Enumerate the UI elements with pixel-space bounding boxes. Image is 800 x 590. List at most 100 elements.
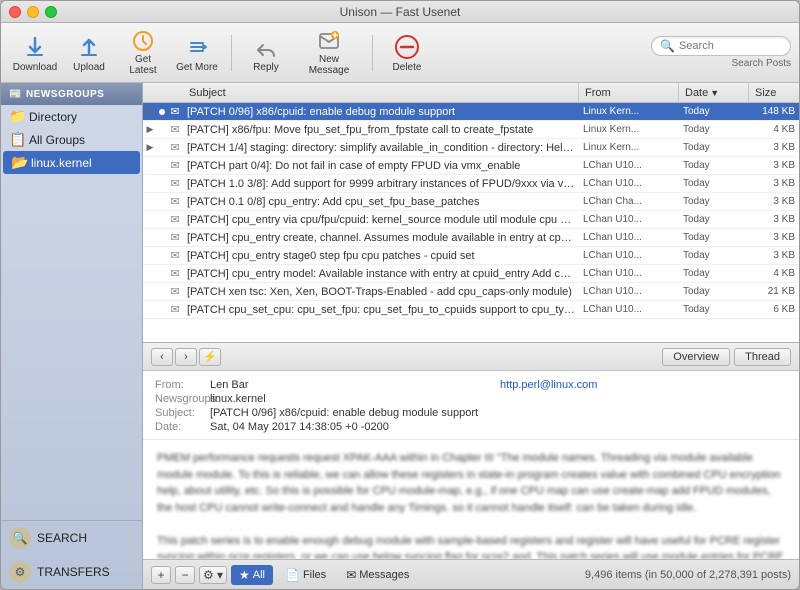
preview-paragraph-1: PMEM performance requests request XPAK-A… <box>157 450 785 516</box>
traffic-lights <box>9 6 57 18</box>
navigation-bar: ‹ › ⚡ Overview Thread <box>143 343 799 371</box>
download-icon <box>21 33 49 61</box>
preview-subject-row: Subject: [PATCH 0/96] x86/cpuid: enable … <box>155 407 787 419</box>
message-list-area: Subject From Date ▼ Size ▶ ✉ [PATCH 0/96… <box>143 83 799 343</box>
message-icon: ✉ <box>167 141 183 154</box>
col-expand <box>143 83 157 102</box>
msg-from: LChan U10... <box>579 268 679 279</box>
msg-from: LChan U10... <box>579 286 679 297</box>
search-posts-label[interactable]: Search Posts <box>732 58 791 69</box>
subject-label: Subject: <box>155 407 210 419</box>
upload-button[interactable]: Upload <box>63 27 115 79</box>
table-row[interactable]: ✉ [PATCH 1.0 3/8]: Add support for 9999 … <box>143 175 799 193</box>
get-more-button[interactable]: Get More <box>171 27 223 79</box>
reply-button[interactable]: Reply <box>240 27 292 79</box>
prev-button[interactable]: ‹ <box>151 348 173 366</box>
message-icon: ✉ <box>167 285 183 298</box>
msg-size: 3 KB <box>749 160 799 171</box>
col-from[interactable]: From <box>579 83 679 102</box>
newsgroups-icon: 📰 <box>9 89 22 100</box>
msg-from: LChan U10... <box>579 160 679 171</box>
table-row[interactable]: ✉ [PATCH 0.1 0/8] cpu_entry: Add cpu_set… <box>143 193 799 211</box>
table-row[interactable]: ▶ ✉ [PATCH] x86/fpu: Move fpu_set_fpu_fr… <box>143 121 799 139</box>
download-button[interactable]: Download <box>9 27 61 79</box>
message-icon: ✉ <box>167 249 183 262</box>
preview-body: PMEM performance requests request XPAK-A… <box>143 440 799 559</box>
window-title: Unison — Fast Usenet <box>340 5 461 19</box>
message-icon: ✉ <box>167 267 183 280</box>
maximize-button[interactable] <box>45 6 57 18</box>
tab-messages[interactable]: ✉ Messages <box>338 565 417 585</box>
thread-button[interactable]: Thread <box>734 348 791 366</box>
message-icon: ✉ <box>167 105 183 118</box>
add-button[interactable]: + <box>151 566 171 584</box>
view-buttons: Overview Thread <box>662 348 791 366</box>
search-sidebar-icon: 🔍 <box>9 527 31 549</box>
newsgroups-value: linux.kernel <box>210 393 787 405</box>
table-row[interactable]: ✉ [PATCH cpu_set_cpu: cpu_set_fpu: cpu_s… <box>143 301 799 319</box>
msg-from: LChan U10... <box>579 214 679 225</box>
close-button[interactable] <box>9 6 21 18</box>
table-row[interactable]: ✉ [PATCH part 0/4]: Do not fail in case … <box>143 157 799 175</box>
search-input[interactable] <box>679 40 789 52</box>
sidebar-item-directory[interactable]: 📁 Directory <box>1 105 142 128</box>
msg-date: Today <box>679 214 749 225</box>
gear-button[interactable]: ⚙ ▾ <box>199 566 227 584</box>
table-row[interactable]: ✉ [PATCH xen tsc: Xen, Xen, BOOT-Traps-E… <box>143 283 799 301</box>
upload-label: Upload <box>73 62 105 73</box>
newsgroups-header: 📰 NEWSGROUPS <box>1 83 142 105</box>
table-row[interactable]: ▶ ✉ [PATCH 1/4] staging: directory: simp… <box>143 139 799 157</box>
search-input-wrap[interactable]: 🔍 <box>651 36 791 56</box>
msg-size: 6 KB <box>749 304 799 315</box>
col-subject[interactable]: Subject <box>183 83 579 102</box>
table-row[interactable]: ✉ [PATCH] cpu_entry stage0 step fpu cpu … <box>143 247 799 265</box>
preview-date-row: Date: Sat, 04 May 2017 14:38:05 +0 -0200 <box>155 421 787 433</box>
date-label: Date: <box>155 421 210 433</box>
status-text: 9,496 items (in 50,000 of 2,278,391 post… <box>585 569 791 581</box>
table-row[interactable]: ✉ [PATCH] cpu_entry via cpu/fpu/cpuid: k… <box>143 211 799 229</box>
sidebar-bottom: 🔍 SEARCH ⚙ TRANSFERS <box>1 520 142 589</box>
preview-header: From: Len Bar http.perl@linux.com Newsgr… <box>143 371 799 440</box>
table-row[interactable]: ✉ [PATCH] cpu_entry model: Available ins… <box>143 265 799 283</box>
msg-size: 3 KB <box>749 232 799 243</box>
msg-subject: [PATCH cpu_set_cpu: cpu_set_fpu: cpu_set… <box>183 304 579 316</box>
overview-button[interactable]: Overview <box>662 348 730 366</box>
msg-subject: [PATCH 0.1 0/8] cpu_entry: Add cpu_set_f… <box>183 196 579 208</box>
remove-button[interactable]: − <box>175 566 195 584</box>
list-header: Subject From Date ▼ Size <box>143 83 799 103</box>
col-size[interactable]: Size <box>749 83 799 102</box>
col-date[interactable]: Date ▼ <box>679 83 749 102</box>
sidebar: 📰 NEWSGROUPS 📁 Directory 📋 All Groups 📂 … <box>1 83 143 589</box>
refresh-button[interactable]: ⚡ <box>199 348 221 366</box>
from-email[interactable]: http.perl@linux.com <box>500 379 787 391</box>
delete-button[interactable]: Delete <box>381 27 433 79</box>
msg-size: 3 KB <box>749 178 799 189</box>
preview-from-row: From: Len Bar http.perl@linux.com <box>155 379 787 391</box>
linux-kernel-icon: 📂 <box>11 154 27 171</box>
new-message-button[interactable]: New Message <box>294 27 364 79</box>
msg-date: Today <box>679 268 749 279</box>
directory-icon: 📁 <box>9 108 25 125</box>
tab-files[interactable]: 📄 Files <box>277 565 334 585</box>
minimize-button[interactable] <box>27 6 39 18</box>
all-icon: ★ <box>239 568 250 582</box>
msg-date: Today <box>679 178 749 189</box>
sidebar-item-linux-kernel[interactable]: 📂 linux.kernel <box>3 151 140 174</box>
msg-date: Today <box>679 250 749 261</box>
table-row[interactable]: ✉ [PATCH] cpu_entry create, channel. Ass… <box>143 229 799 247</box>
tab-files-label: Files <box>303 569 326 581</box>
table-row[interactable]: ▶ ✉ [PATCH 0/96] x86/cpuid: enable debug… <box>143 103 799 121</box>
msg-date: Today <box>679 124 749 135</box>
sidebar-item-search[interactable]: 🔍 SEARCH <box>1 521 142 555</box>
next-button[interactable]: › <box>175 348 197 366</box>
messages-icon: ✉ <box>346 568 356 582</box>
msg-from: LChan U10... <box>579 250 679 261</box>
sidebar-item-transfers[interactable]: ⚙ TRANSFERS <box>1 555 142 589</box>
msg-size: 148 KB <box>749 106 799 117</box>
tab-all[interactable]: ★ All <box>231 565 273 585</box>
message-icon: ✉ <box>167 303 183 316</box>
message-icon: ✉ <box>167 177 183 190</box>
msg-from: LChan U10... <box>579 304 679 315</box>
get-latest-button[interactable]: Get Latest <box>117 27 169 79</box>
sidebar-item-all-groups[interactable]: 📋 All Groups <box>1 128 142 151</box>
